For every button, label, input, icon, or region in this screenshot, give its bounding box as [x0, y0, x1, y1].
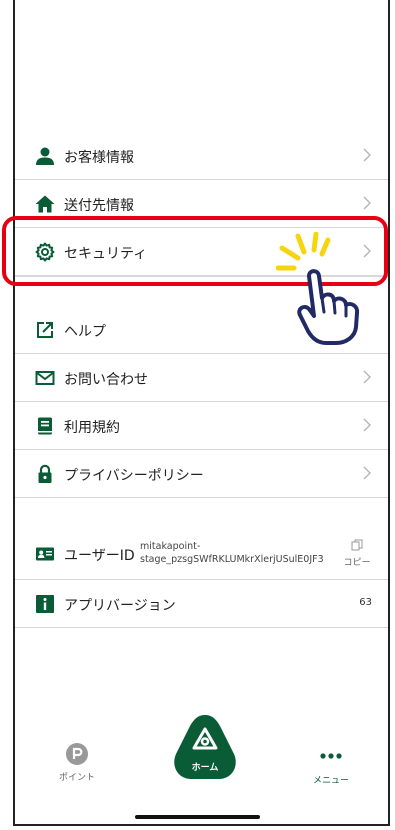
chevron-right-icon	[363, 418, 371, 432]
tab-menu-label: メニュー	[312, 776, 349, 786]
tab-menu[interactable]: メニュー	[299, 746, 363, 786]
info-icon	[36, 595, 54, 613]
user-id-value: mitakapoint- stage_pzsgSWfRKLUMkrXlerjUS…	[140, 540, 324, 566]
copy-button[interactable]: コピー	[342, 536, 372, 568]
menu-item-privacy-policy[interactable]: プライバシーポリシー	[15, 450, 388, 498]
phone-screen: お客様情報 送付先情報 セキュリティ ヘルプ お問い合わせ 利用規約 プライバシ…	[13, 0, 390, 826]
person-icon	[36, 147, 54, 165]
menu-item-contact[interactable]: お問い合わせ	[15, 354, 388, 402]
copy-label: コピー	[343, 558, 371, 568]
tapping-hand-icon	[276, 232, 360, 345]
info-row-app-version: アプリバージョン 63	[15, 580, 388, 628]
chevron-right-icon	[363, 370, 371, 384]
id-card-icon	[36, 547, 54, 561]
envelope-icon	[35, 371, 55, 385]
menu-item-label: お客様情報	[64, 150, 134, 166]
home-indicator	[135, 815, 260, 819]
info-row-user-id: ユーザーID mitakapoint- stage_pzsgSWfRKLUMkr…	[15, 528, 388, 580]
tab-point[interactable]: ポイント	[45, 742, 109, 783]
point-icon	[66, 743, 88, 765]
tab-home-label: ホーム	[191, 763, 219, 773]
copy-icon	[351, 539, 363, 551]
menu-item-label: お問い合わせ	[64, 372, 148, 388]
menu-item-label: プライバシーポリシー	[64, 468, 204, 484]
menu-item-terms[interactable]: 利用規約	[15, 402, 388, 450]
menu-item-label: ヘルプ	[64, 324, 106, 340]
book-icon	[38, 417, 52, 435]
home-logo-icon	[192, 727, 218, 750]
chevron-right-icon	[363, 196, 371, 210]
menu-item-label: 利用規約	[64, 420, 120, 436]
home-icon	[35, 195, 55, 213]
tab-point-label: ポイント	[58, 773, 95, 783]
chevron-right-icon	[363, 148, 371, 162]
chevron-right-icon	[363, 466, 371, 480]
tab-home[interactable]: ホーム	[172, 713, 238, 781]
menu-item-customer-info[interactable]: お客様情報	[15, 132, 388, 180]
user-id-label: ユーザーID	[64, 548, 135, 564]
app-version-label: アプリバージョン	[64, 598, 176, 614]
lock-icon	[38, 464, 52, 483]
menu-item-label: 送付先情報	[64, 198, 134, 214]
user-id-value-line2: stage_pzsgSWfRKLUMkrXlerjUSulE0JF3	[140, 554, 324, 565]
external-link-icon	[37, 322, 53, 338]
app-version-value: 63	[359, 597, 372, 608]
more-dots-icon	[320, 753, 342, 759]
user-id-value-line1: mitakapoint-	[140, 541, 201, 552]
